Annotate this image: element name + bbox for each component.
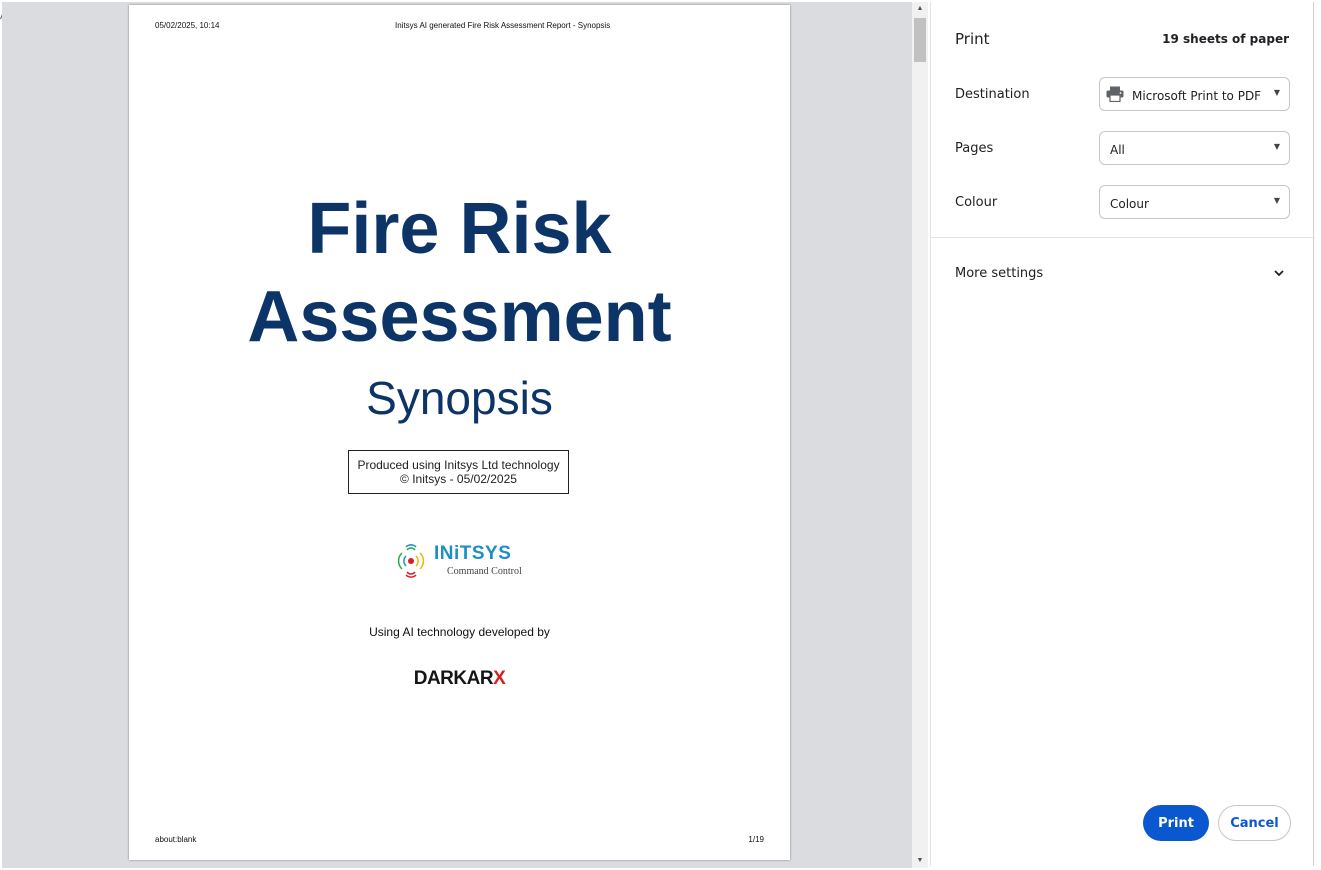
pages-value: All xyxy=(1110,143,1125,157)
destination-label: Destination xyxy=(955,87,1030,102)
preview-scrollbar[interactable]: ▲ ▼ xyxy=(912,2,928,868)
print-settings-panel: Print 19 sheets of paper Destination Mic… xyxy=(930,2,1315,866)
printer-icon xyxy=(1106,86,1124,102)
initsys-logo: INiTSYS Command Control xyxy=(391,539,531,583)
destination-select[interactable]: Microsoft Print to PDF ▼ xyxy=(1099,77,1290,111)
pages-select[interactable]: All ▼ xyxy=(1099,131,1290,165)
print-preview-area: 05/02/2025, 10:14 Initsys AI generated F… xyxy=(2,2,912,868)
initsys-wordmark: INiTSYS xyxy=(434,543,512,564)
page-header-title: Initsys AI generated Fire Risk Assessmen… xyxy=(395,21,611,30)
cancel-button[interactable]: Cancel xyxy=(1218,805,1291,841)
page-footer-url: about:blank xyxy=(155,835,197,844)
credit-line-1: Produced using Initsys Ltd technology xyxy=(357,458,560,472)
page-footer-number: 1/19 xyxy=(748,835,764,844)
colour-label: Colour xyxy=(955,195,998,210)
scroll-up-arrow-icon[interactable]: ▲ xyxy=(912,2,928,16)
credit-box: Produced using Initsys Ltd technology © … xyxy=(348,450,569,494)
colour-select[interactable]: Colour ▼ xyxy=(1099,185,1290,219)
caret-down-icon: ▼ xyxy=(1273,88,1280,97)
caret-down-icon: ▼ xyxy=(1273,142,1280,151)
initsys-signal-icon xyxy=(397,544,425,578)
sheet-count: 19 sheets of paper xyxy=(1162,32,1289,46)
report-title-line-1: Fire Risk xyxy=(307,189,612,269)
pages-label: Pages xyxy=(955,141,994,156)
darkarx-logo: DARKARX xyxy=(129,668,790,690)
darkarx-logo-accent: X xyxy=(493,668,506,689)
print-heading: Print xyxy=(955,30,990,48)
colour-value: Colour xyxy=(1110,197,1149,211)
scroll-down-arrow-icon[interactable]: ▼ xyxy=(912,854,928,868)
darkarx-logo-main: DARKAR xyxy=(413,668,494,689)
panel-divider xyxy=(931,237,1315,238)
report-title-line-2: Assessment xyxy=(247,277,672,357)
report-subtitle: Synopsis xyxy=(366,372,553,424)
ai-credit-line: Using AI technology developed by xyxy=(369,625,550,639)
scrollbar-thumb[interactable] xyxy=(914,18,926,62)
more-settings-toggle[interactable]: More settings xyxy=(955,266,1043,281)
credit-line-2: © Initsys - 05/02/2025 xyxy=(400,472,517,486)
destination-value: Microsoft Print to PDF xyxy=(1132,89,1262,103)
chevron-down-icon[interactable] xyxy=(1273,267,1285,279)
print-button[interactable]: Print xyxy=(1143,805,1209,841)
initsys-tagline: Command Control xyxy=(447,566,522,577)
preview-page: 05/02/2025, 10:14 Initsys AI generated F… xyxy=(129,5,790,860)
page-header-date: 05/02/2025, 10:14 xyxy=(155,21,220,30)
caret-down-icon: ▼ xyxy=(1273,196,1280,205)
